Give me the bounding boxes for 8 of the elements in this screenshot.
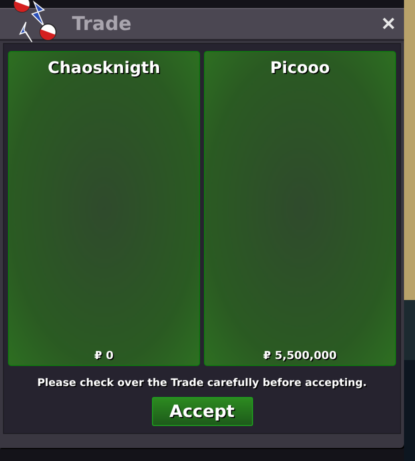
accept-button[interactable]: Accept [152, 397, 252, 426]
notice-text: Please check over the Trade carefully before accepting. [37, 377, 367, 389]
close-button[interactable]: ✕ [379, 13, 398, 35]
trader-name: Chaosknigth [48, 58, 160, 77]
trader-name: Picooo [270, 58, 330, 77]
window-title: Trade [72, 13, 132, 35]
money-amount: ₽ 0 [94, 349, 114, 362]
money-amount: ₽ 5,500,000 [263, 349, 337, 362]
